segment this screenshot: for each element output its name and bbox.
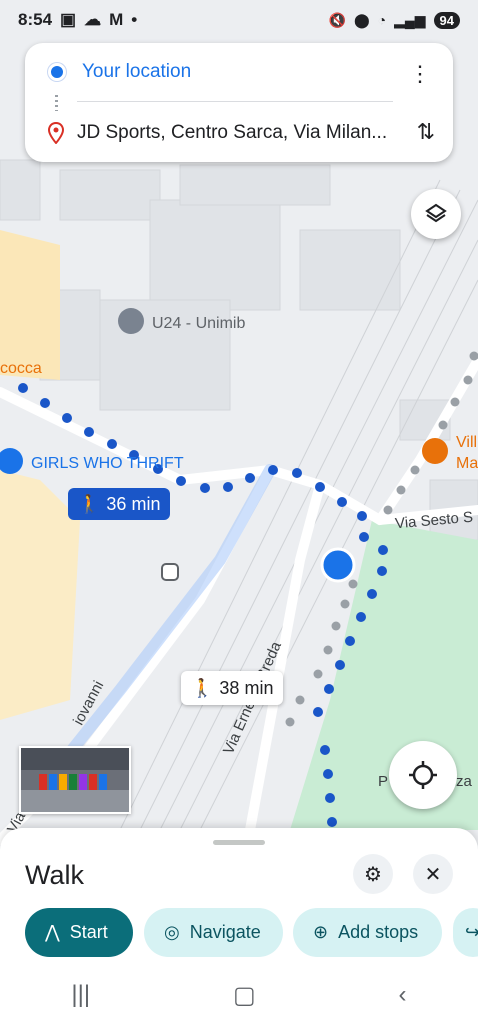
route-time-chip-primary[interactable]: 🚶 36 min [68,488,171,520]
origin-row[interactable]: Your location [25,47,453,97]
more-options-icon[interactable]: ⋮ [409,63,431,85]
mute-icon: 🔇 [328,11,346,28]
close-icon: ✕ [424,863,442,886]
add-stops-button[interactable]: ⊕ Add stops [293,908,442,957]
poi-label-vill-2[interactable]: Ma [456,455,478,473]
street-view-thumbnail[interactable] [19,746,131,814]
gmail-icon: M [109,10,124,29]
wifi-icon: ◔ [377,12,387,28]
navigate-label: Navigate [189,922,261,942]
poi-label-u24[interactable]: U24 - Unimib [152,315,245,333]
navigation-arrow-icon: ⋀ [45,922,60,942]
origin-field[interactable]: Your location [82,61,191,83]
status-bar: 8:54 ▣ ☁ M • 🔇 ⬤ ◔ ▂▄▆ 94 [0,0,478,40]
start-label: Start [69,922,108,942]
start-button[interactable]: ⋀ Start [25,908,133,957]
route-options-button[interactable]: ⚙ [353,854,393,894]
navigate-button[interactable]: ◎ Navigate [144,908,283,957]
my-location-button[interactable] [389,741,457,809]
divider [77,101,393,102]
layers-button[interactable] [411,189,461,239]
destination-pin-icon [47,122,65,144]
park-label-p: P [378,773,389,790]
add-stops-label: Add stops [338,922,419,942]
travel-mode-title: Walk [25,860,84,890]
swap-route-icon[interactable]: ⇅ [417,119,435,145]
poi-label-cocca[interactable]: cocca [0,360,42,378]
battery-indicator: 94 [433,11,460,29]
route-search-card: Your location JD Sports, Centro Sarca, V… [25,43,453,162]
recent-apps-icon[interactable]: ||| [71,981,90,1009]
walk-icon: 🚶 [78,493,101,514]
route-time-primary: 36 min [106,493,161,514]
sliders-icon: ⚙ [364,863,382,886]
origin-dot-icon [48,63,66,81]
location-icon: ⬤ [353,11,370,28]
route-time-chip-alternate[interactable]: 🚶 38 min [181,671,284,705]
signal-icon: ▂▄▆ [394,11,426,28]
close-button[interactable]: ✕ [413,854,453,894]
sheet-drag-handle[interactable] [213,840,265,845]
navigate-icon: ◎ [164,922,180,942]
screen-record-icon: ▣ [60,10,77,29]
layers-icon [425,203,447,223]
add-stop-pin-icon: ⊕ [313,922,329,942]
status-time: 8:54 [18,10,53,29]
back-icon[interactable]: ‹ [399,981,407,1009]
park-label-za: za [456,773,472,790]
crosshair-icon [409,761,437,789]
destination-field[interactable]: JD Sports, Centro Sarca, Via Milan... [77,122,397,144]
cloud-icon: ☁ [84,10,102,29]
route-time-alternate: 38 min [219,677,274,698]
dot-icon: • [131,10,138,29]
destination-row[interactable]: JD Sports, Centro Sarca, Via Milan... [25,108,453,158]
system-nav-bar: ||| ▢ ‹ [0,966,478,1024]
share-icon: ↪ [465,922,478,942]
home-icon[interactable]: ▢ [233,981,256,1010]
share-button[interactable]: ↪ [453,908,478,957]
walk-icon: 🚶 [191,677,214,698]
poi-label-vill[interactable]: Vill [456,434,477,452]
poi-label-girls-who-thrift[interactable]: GIRLS WHO THRIFT [31,455,184,473]
